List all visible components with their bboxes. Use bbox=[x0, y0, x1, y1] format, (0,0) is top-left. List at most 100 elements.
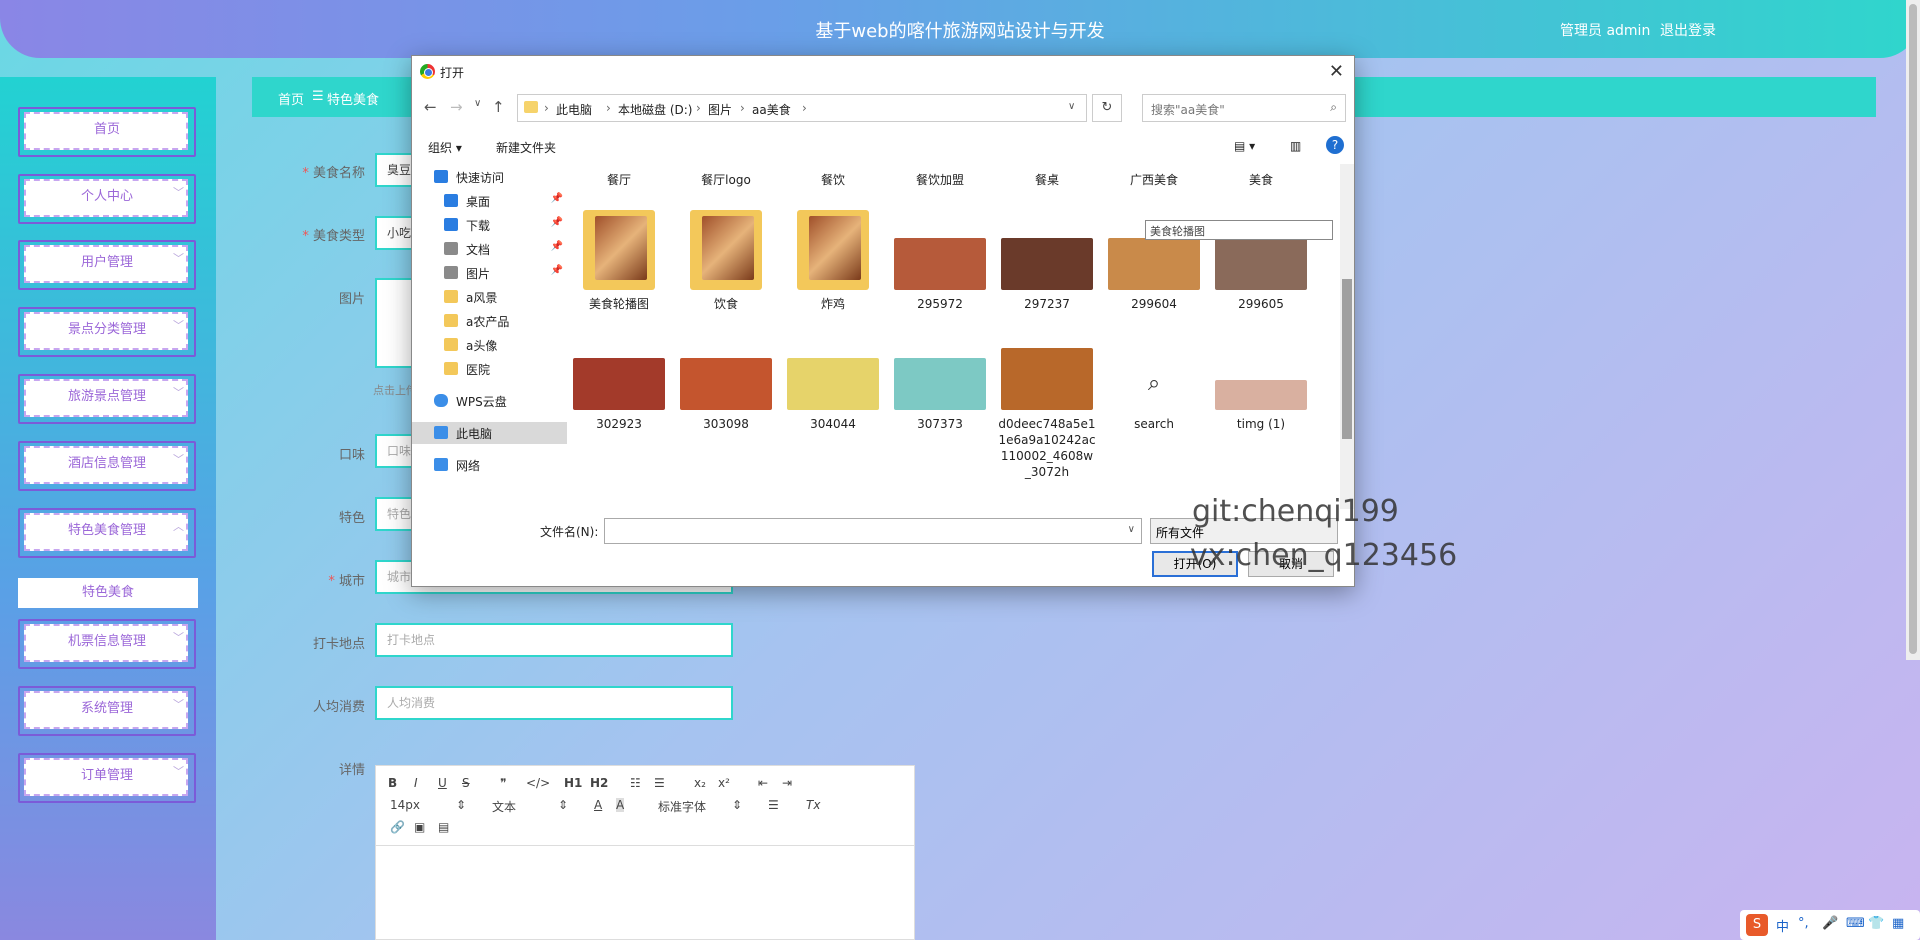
chevron-down-icon[interactable]: ∨ bbox=[1068, 101, 1075, 112]
bullet-list-icon[interactable]: ☰ bbox=[654, 776, 665, 790]
nav-folder[interactable]: a头像 bbox=[412, 334, 567, 356]
search-input[interactable]: 搜索"aa美食" ⌕ bbox=[1142, 94, 1346, 122]
folder-item[interactable]: 饮食 bbox=[677, 210, 775, 312]
clear-format-icon[interactable]: Tx bbox=[806, 798, 820, 812]
h1-icon[interactable]: H1 bbox=[564, 776, 582, 790]
underline-icon[interactable]: U bbox=[438, 776, 447, 790]
organize-menu[interactable]: 组织 ▾ bbox=[428, 139, 462, 156]
indent-icon[interactable]: ⇥ bbox=[782, 776, 792, 790]
sidebar-item-home[interactable]: 首页 bbox=[18, 107, 196, 157]
nav-downloads[interactable]: 下载 📌 bbox=[412, 214, 567, 236]
sidebar-item-system[interactable]: 系统管理 ﹀ bbox=[18, 686, 196, 736]
font-family-select[interactable]: 标准字体 bbox=[658, 798, 706, 815]
path-segment[interactable]: 本地磁盘 (D:) bbox=[618, 101, 692, 118]
logout-link[interactable]: 退出登录 bbox=[1660, 20, 1716, 40]
address-bar[interactable]: › 此电脑 › 本地磁盘 (D:) › 图片 › aa美食 › ∨ bbox=[517, 94, 1087, 122]
quote-icon[interactable]: ❞ bbox=[500, 776, 506, 790]
mic-icon[interactable]: 🎤 bbox=[1822, 916, 1838, 931]
refresh-icon[interactable]: ↻ bbox=[1092, 94, 1122, 122]
breadcrumb-home[interactable]: 首页 bbox=[278, 89, 304, 108]
image-file[interactable]: 299605 bbox=[1212, 238, 1310, 312]
italic-icon[interactable]: I bbox=[414, 776, 418, 790]
folder-item[interactable]: 餐厅logo bbox=[677, 166, 775, 188]
superscript-icon[interactable]: x² bbox=[718, 776, 730, 790]
bg-color-icon[interactable]: A bbox=[616, 798, 625, 812]
nav-wps-cloud[interactable]: WPS云盘 bbox=[412, 390, 567, 412]
image-file[interactable]: 307373 bbox=[891, 358, 989, 432]
ime-lang[interactable]: 中 bbox=[1776, 916, 1789, 935]
back-icon[interactable]: ← bbox=[424, 98, 437, 116]
cost-input[interactable]: 人均消费 bbox=[375, 686, 733, 720]
strike-icon[interactable]: S bbox=[462, 776, 470, 790]
h2-icon[interactable]: H2 bbox=[590, 776, 608, 790]
path-segment[interactable]: aa美食 bbox=[752, 101, 791, 118]
image-file[interactable]: timg (1) bbox=[1212, 358, 1310, 432]
image-file[interactable]: 302923 bbox=[570, 358, 668, 432]
up-icon[interactable]: ↑ bbox=[492, 98, 505, 116]
sidebar-item-personal-center[interactable]: 个人中心 ﹀ bbox=[18, 174, 196, 224]
image-file[interactable]: 299604 bbox=[1105, 238, 1203, 312]
folder-item[interactable]: 美食轮播图 bbox=[570, 210, 668, 312]
image-icon[interactable]: ▣ bbox=[414, 820, 425, 834]
view-icon[interactable]: ▤ ▾ bbox=[1234, 139, 1255, 153]
sidebar-item-scenic-spots[interactable]: 旅游景点管理 ﹀ bbox=[18, 374, 196, 424]
chevron-down-icon[interactable]: ∨ bbox=[474, 98, 481, 109]
folder-item[interactable]: 广西美食 bbox=[1105, 166, 1203, 188]
video-icon[interactable]: ▤ bbox=[438, 820, 449, 834]
nav-quick-access[interactable]: 快速访问 bbox=[412, 166, 567, 188]
nav-pictures[interactable]: 图片 📌 bbox=[412, 262, 567, 284]
path-segment[interactable]: 此电脑 bbox=[556, 101, 592, 118]
nav-network[interactable]: 网络 bbox=[412, 454, 567, 476]
nav-this-pc[interactable]: 此电脑 bbox=[412, 422, 567, 444]
ordered-list-icon[interactable]: ☷ bbox=[630, 776, 641, 790]
font-size-select[interactable]: 14px bbox=[390, 798, 420, 812]
new-folder-button[interactable]: 新建文件夹 bbox=[496, 139, 556, 156]
nav-desktop[interactable]: 桌面 📌 bbox=[412, 190, 567, 212]
paragraph-select[interactable]: 文本 bbox=[492, 798, 516, 815]
folder-item[interactable]: 美食 bbox=[1212, 166, 1310, 188]
sidebar-item-flight[interactable]: 机票信息管理 ﹀ bbox=[18, 619, 196, 669]
link-icon[interactable]: 🔗 bbox=[390, 820, 405, 834]
page-scrollbar[interactable] bbox=[1906, 0, 1920, 660]
image-file[interactable]: 303098 bbox=[677, 358, 775, 432]
help-icon[interactable]: ? bbox=[1326, 136, 1344, 154]
code-icon[interactable]: </> bbox=[526, 776, 550, 790]
image-file[interactable]: 304044 bbox=[784, 358, 882, 432]
checkin-input[interactable]: 打卡地点 bbox=[375, 623, 733, 657]
image-file[interactable]: ⌕ search bbox=[1105, 358, 1203, 432]
folder-item[interactable]: 炸鸡 bbox=[784, 210, 882, 312]
subscript-icon[interactable]: x₂ bbox=[694, 776, 706, 790]
skin-icon[interactable]: 👕 bbox=[1868, 916, 1884, 931]
keyboard-icon[interactable]: ⌨ bbox=[1846, 916, 1865, 931]
sidebar-item-scenic-category[interactable]: 景点分类管理 ﹀ bbox=[18, 307, 196, 357]
path-segment[interactable]: 图片 bbox=[708, 101, 732, 118]
sidebar-subitem-food[interactable]: 特色美食 bbox=[18, 578, 198, 608]
folder-item[interactable]: 餐桌 bbox=[998, 166, 1096, 188]
filename-input[interactable]: ∨ bbox=[604, 518, 1142, 544]
sidebar-item-hotel[interactable]: 酒店信息管理 ﹀ bbox=[18, 441, 196, 491]
bold-icon[interactable]: B bbox=[388, 776, 397, 790]
align-icon[interactable]: ☰ bbox=[768, 798, 779, 812]
nav-documents[interactable]: 文档 📌 bbox=[412, 238, 567, 260]
outdent-icon[interactable]: ⇤ bbox=[758, 776, 768, 790]
image-file[interactable]: d0deec748a5e11e6a9a10242ac110002_4608w_3… bbox=[998, 348, 1096, 480]
forward-icon[interactable]: → bbox=[450, 98, 463, 116]
folder-item[interactable]: 餐厅 bbox=[570, 166, 668, 188]
sidebar-item-food[interactable]: 特色美食管理 ︿ bbox=[18, 508, 196, 558]
preview-pane-icon[interactable]: ▥ bbox=[1290, 139, 1301, 153]
font-color-icon[interactable]: A bbox=[594, 798, 602, 812]
folder-item[interactable]: 餐饮 bbox=[784, 166, 882, 188]
grid-icon[interactable]: ▦ bbox=[1892, 916, 1904, 931]
sidebar-item-user-management[interactable]: 用户管理 ﹀ bbox=[18, 240, 196, 290]
image-file[interactable]: 297237 bbox=[998, 238, 1096, 312]
file-list-scrollbar[interactable] bbox=[1340, 164, 1354, 509]
nav-folder[interactable]: a农产品 bbox=[412, 310, 567, 332]
image-file[interactable]: 295972 bbox=[891, 238, 989, 312]
folder-item[interactable]: 餐饮加盟 bbox=[891, 166, 989, 188]
close-icon[interactable]: ✕ bbox=[1329, 61, 1344, 82]
rich-text-editor[interactable]: B I U S ❞ </> H1 H2 ☷ ☰ x₂ x² ⇤ ⇥ 14px ⇕… bbox=[375, 765, 915, 940]
sidebar-item-orders[interactable]: 订单管理 ﹀ bbox=[18, 753, 196, 803]
nav-folder[interactable]: 医院 bbox=[412, 358, 567, 380]
ime-punct[interactable]: °, bbox=[1798, 916, 1809, 931]
nav-folder[interactable]: a风景 bbox=[412, 286, 567, 308]
